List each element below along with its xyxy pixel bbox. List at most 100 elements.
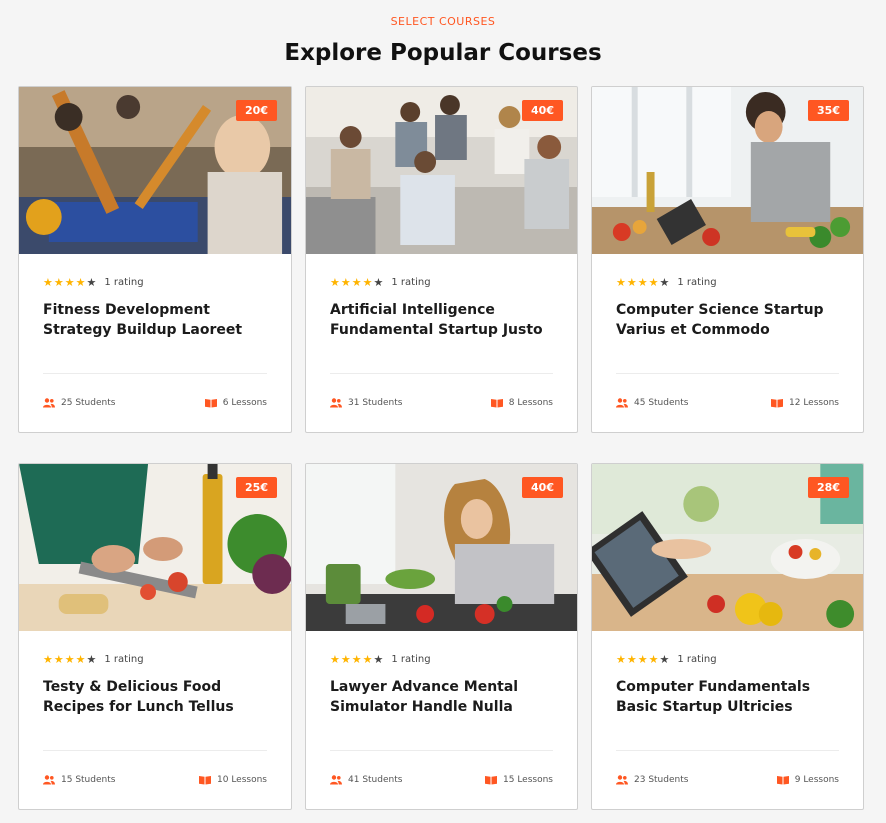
- rating-count: 1 rating: [391, 276, 431, 288]
- divider: [616, 373, 839, 374]
- divider: [330, 750, 553, 751]
- star-icon: ★: [659, 275, 670, 289]
- open-book-icon: [490, 398, 503, 408]
- lessons-count: 12 Lessons: [771, 398, 839, 408]
- course-title[interactable]: Testy & Delicious Food Recipes for Lunch…: [43, 677, 267, 717]
- course-image[interactable]: 20€: [19, 87, 291, 254]
- open-book-icon: [204, 398, 217, 408]
- students-label: 23 Students: [634, 775, 689, 785]
- star-icon: ★: [86, 275, 97, 289]
- lessons-count: 10 Lessons: [199, 775, 267, 785]
- price-badge: 28€: [808, 477, 849, 498]
- star-icon: ★: [64, 652, 75, 666]
- course-title[interactable]: Lawyer Advance Mental Simulator Handle N…: [330, 677, 553, 717]
- star-icon: ★: [351, 275, 362, 289]
- lessons-label: 9 Lessons: [794, 775, 839, 785]
- star-icon: ★: [53, 275, 64, 289]
- price-badge: 40€: [522, 100, 563, 121]
- star-icon: ★: [648, 652, 659, 666]
- rating: ★ ★ ★ ★ ★ 1 rating: [330, 276, 553, 288]
- students-label: 15 Students: [61, 775, 116, 785]
- star-rating: ★ ★ ★ ★ ★: [616, 277, 669, 288]
- lessons-label: 15 Lessons: [503, 775, 553, 785]
- rating: ★ ★ ★ ★ ★ 1 rating: [330, 653, 553, 665]
- divider: [616, 750, 839, 751]
- course-grid: 20€ ★ ★ ★ ★ ★ 1 rating Fitness Developme…: [18, 86, 864, 810]
- star-icon: ★: [86, 652, 97, 666]
- rating-count: 1 rating: [677, 276, 717, 288]
- course-card[interactable]: 35€ ★ ★ ★ ★ ★ 1 rating Computer Science …: [591, 86, 864, 433]
- course-card[interactable]: 20€ ★ ★ ★ ★ ★ 1 rating Fitness Developme…: [18, 86, 292, 433]
- price-badge: 25€: [236, 477, 277, 498]
- course-title[interactable]: Artificial Intelligence Fundamental Star…: [330, 300, 553, 340]
- star-icon: ★: [362, 652, 373, 666]
- rating-count: 1 rating: [677, 653, 717, 665]
- students-count: 23 Students: [616, 775, 688, 785]
- star-icon: ★: [626, 652, 637, 666]
- star-icon: ★: [373, 275, 384, 289]
- price-badge: 20€: [236, 100, 277, 121]
- course-title[interactable]: Computer Fundamentals Basic Startup Ultr…: [616, 677, 839, 717]
- star-icon: ★: [64, 275, 75, 289]
- star-icon: ★: [616, 652, 626, 666]
- course-card[interactable]: 28€ ★ ★ ★ ★ ★ 1 rating Computer Fundamen…: [591, 463, 864, 810]
- star-icon: ★: [637, 652, 648, 666]
- rating-count: 1 rating: [104, 276, 144, 288]
- star-rating: ★ ★ ★ ★ ★: [43, 277, 96, 288]
- star-icon: ★: [43, 652, 53, 666]
- star-icon: ★: [75, 652, 86, 666]
- star-icon: ★: [75, 275, 86, 289]
- rating: ★ ★ ★ ★ ★ 1 rating: [43, 653, 267, 665]
- course-image[interactable]: 40€: [306, 87, 577, 254]
- lessons-label: 8 Lessons: [508, 398, 553, 408]
- star-icon: ★: [340, 652, 351, 666]
- price-badge: 40€: [522, 477, 563, 498]
- course-title[interactable]: Fitness Development Strategy Buildup Lao…: [43, 300, 267, 340]
- students-count: 41 Students: [330, 775, 402, 785]
- users-icon: [616, 398, 628, 408]
- users-icon: [616, 775, 628, 785]
- star-icon: ★: [626, 275, 637, 289]
- star-icon: ★: [373, 652, 384, 666]
- divider: [330, 373, 553, 374]
- open-book-icon: [771, 398, 784, 408]
- users-icon: [43, 398, 55, 408]
- divider: [43, 373, 267, 374]
- lessons-label: 12 Lessons: [789, 398, 839, 408]
- course-image[interactable]: 25€: [19, 464, 291, 631]
- lessons-label: 10 Lessons: [217, 775, 267, 785]
- price-badge: 35€: [808, 100, 849, 121]
- rating-count: 1 rating: [391, 653, 431, 665]
- students-label: 31 Students: [348, 398, 403, 408]
- star-icon: ★: [340, 275, 351, 289]
- students-label: 45 Students: [634, 398, 689, 408]
- star-rating: ★ ★ ★ ★ ★: [330, 277, 383, 288]
- star-icon: ★: [648, 275, 659, 289]
- lessons-count: 6 Lessons: [204, 398, 267, 408]
- star-icon: ★: [616, 275, 626, 289]
- course-image[interactable]: 40€: [306, 464, 577, 631]
- users-icon: [43, 775, 55, 785]
- course-title[interactable]: Computer Science Startup Varius et Commo…: [616, 300, 839, 340]
- divider: [43, 750, 267, 751]
- students-count: 25 Students: [43, 398, 115, 408]
- students-count: 15 Students: [43, 775, 115, 785]
- students-label: 25 Students: [61, 398, 116, 408]
- star-rating: ★ ★ ★ ★ ★: [616, 654, 669, 665]
- lessons-count: 8 Lessons: [490, 398, 553, 408]
- rating: ★ ★ ★ ★ ★ 1 rating: [616, 653, 839, 665]
- users-icon: [330, 775, 342, 785]
- course-card[interactable]: 40€ ★ ★ ★ ★ ★ 1 rating Lawyer Advance Me…: [305, 463, 578, 810]
- course-image[interactable]: 28€: [592, 464, 863, 631]
- course-image[interactable]: 35€: [592, 87, 863, 254]
- lessons-label: 6 Lessons: [222, 398, 267, 408]
- section-subtitle: SELECT COURSES: [390, 15, 496, 28]
- users-icon: [330, 398, 342, 408]
- star-icon: ★: [330, 652, 340, 666]
- rating: ★ ★ ★ ★ ★ 1 rating: [43, 276, 267, 288]
- course-card[interactable]: 40€ ★ ★ ★ ★ ★ 1 rating Artificial Intell…: [305, 86, 578, 433]
- star-icon: ★: [362, 275, 373, 289]
- course-card[interactable]: 25€ ★ ★ ★ ★ ★ 1 rating Testy & Delicious…: [18, 463, 292, 810]
- star-rating: ★ ★ ★ ★ ★: [43, 654, 96, 665]
- section-title: Explore Popular Courses: [284, 40, 602, 66]
